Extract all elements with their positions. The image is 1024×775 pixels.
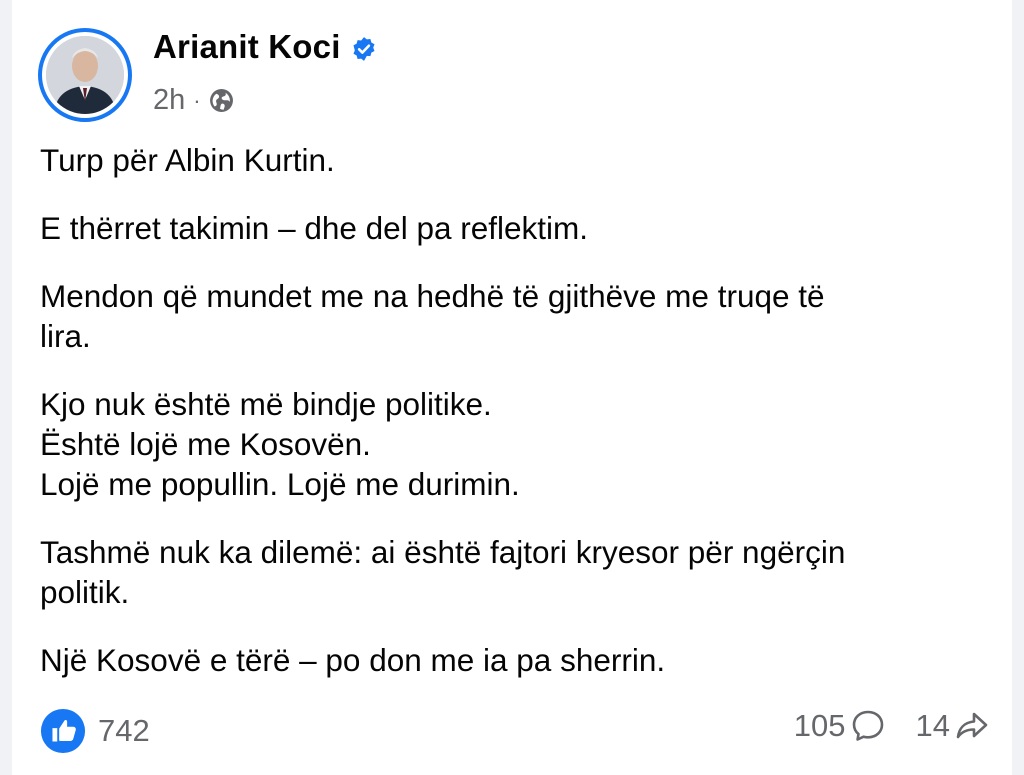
post-paragraph: Një Kosovë e tërë – po don me ia pa sher… — [40, 640, 990, 680]
post-line: politik. — [40, 574, 130, 610]
meta-separator: · — [193, 87, 201, 113]
post-meta: 2h · — [153, 84, 234, 117]
author-name[interactable]: Arianit Koci — [153, 28, 341, 66]
post-text: Turp për Albin Kurtin. E thërret takimin … — [40, 140, 990, 708]
comments-stat[interactable]: 105 — [794, 708, 886, 744]
person-photo-icon — [46, 36, 124, 114]
post-line: Lojë me popullin. Lojë me durimin. — [40, 466, 520, 502]
post-paragraph: E thërret takimin – dhe del pa reflektim… — [40, 208, 990, 248]
post-card: Arianit Koci 2h · Turp për Albin Kurtin.… — [12, 0, 1012, 775]
post-author[interactable]: Arianit Koci — [153, 28, 377, 66]
post-paragraph: Turp për Albin Kurtin. — [40, 140, 990, 180]
post-line: Turp për Albin Kurtin. — [40, 142, 335, 178]
post-time[interactable]: 2h — [153, 84, 185, 117]
post-line: lira. — [40, 318, 91, 354]
comment-count: 105 — [793, 708, 846, 743]
engagement-stats: 105 14 — [794, 708, 990, 744]
reactions-summary[interactable]: 742 — [40, 708, 150, 754]
post-line: Është lojë me Kosovën. — [40, 426, 371, 462]
verified-badge-icon — [353, 37, 375, 61]
like-icon — [40, 708, 86, 754]
post-paragraph: Tashmë nuk ka dilemë: ai është fajtori k… — [40, 532, 990, 612]
comment-icon — [852, 710, 883, 741]
post-paragraph: Kjo nuk është më bindje politike. Është l… — [40, 384, 990, 504]
avatar[interactable] — [38, 28, 132, 122]
post-line: Kjo nuk është më bindje politike. — [40, 386, 492, 422]
post-line: Mendon që mundet me na hedhë të gjithëve… — [40, 278, 825, 314]
share-count: 14 — [915, 708, 950, 743]
post-line: Një Kosovë e tërë – po don me ia pa sher… — [40, 642, 666, 678]
reaction-count: 742 — [98, 713, 150, 748]
post-line: Tashmë nuk ka dilemë: ai është fajtori k… — [40, 534, 846, 570]
shares-stat[interactable]: 14 — [916, 708, 990, 744]
post-line: E thërret takimin – dhe del pa reflektim… — [40, 210, 589, 246]
profile-photo — [46, 36, 124, 114]
share-icon — [956, 712, 988, 739]
post-paragraph: Mendon që mundet me na hedhë të gjithëve… — [40, 276, 990, 356]
globe-icon[interactable] — [209, 88, 234, 113]
post-footer: 742 105 14 — [40, 708, 990, 760]
